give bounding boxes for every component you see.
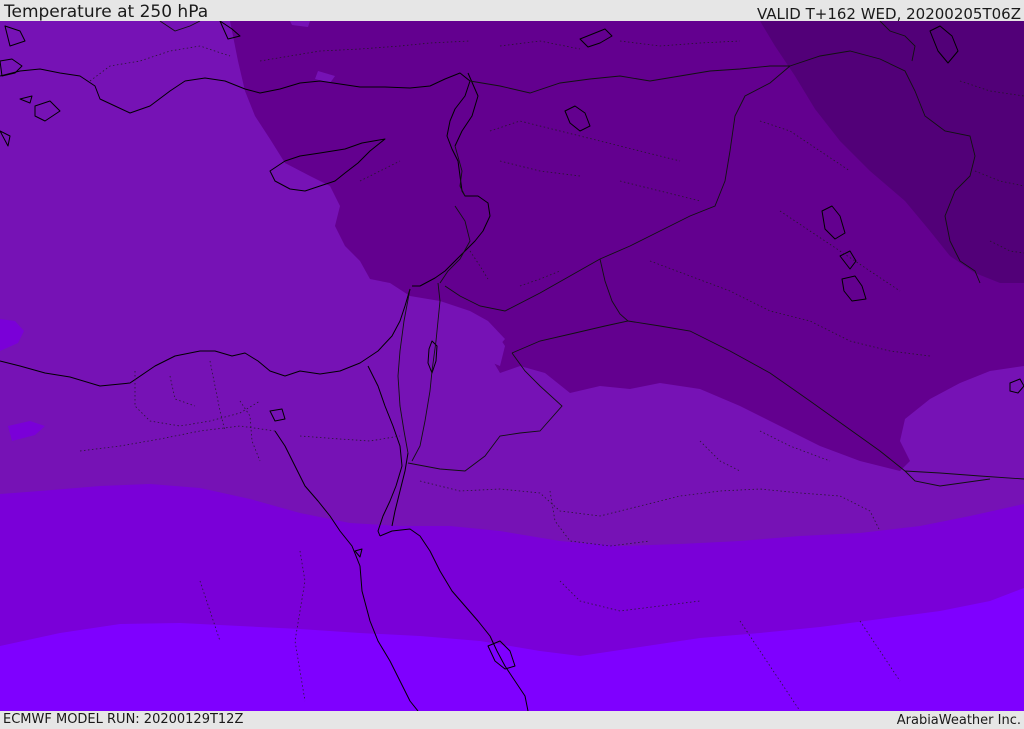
map-figure: Temperature at 250 hPa VALID T+162 WED, … xyxy=(0,0,1024,729)
weather-map xyxy=(0,21,1024,711)
footer-bar: ECMWF MODEL RUN: 20200129T12Z ArabiaWeat… xyxy=(0,711,1024,729)
map-svg xyxy=(0,21,1024,711)
title-bar: Temperature at 250 hPa VALID T+162 WED, … xyxy=(0,0,1024,23)
model-run-label: ECMWF MODEL RUN: 20200129T12Z xyxy=(3,712,244,727)
chart-title: Temperature at 250 hPa xyxy=(4,2,209,22)
credit-label: ArabiaWeather Inc. xyxy=(896,713,1021,728)
